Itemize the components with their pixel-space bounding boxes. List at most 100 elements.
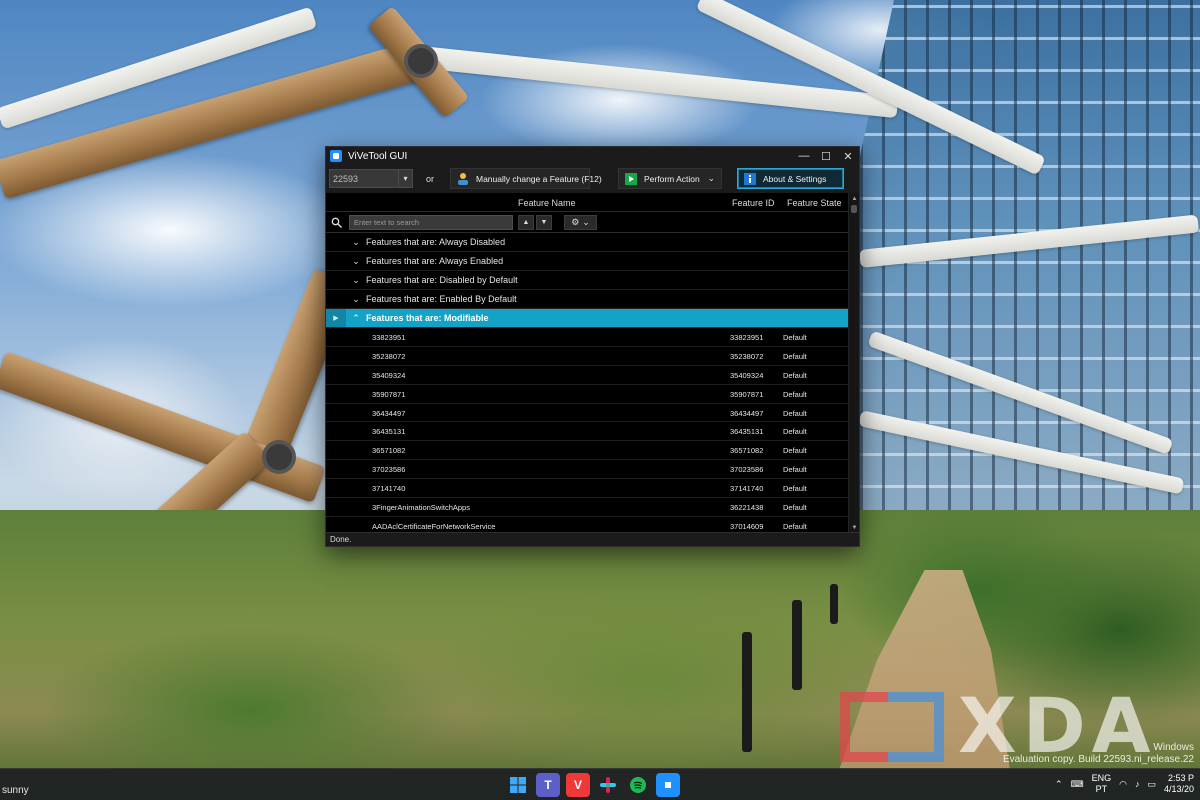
- feature-state-cell: Default: [783, 521, 807, 531]
- scrollbar-thumb[interactable]: [851, 205, 857, 213]
- feature-id-cell: 37014609: [730, 521, 764, 531]
- column-header-row: Feature Name Feature ID Feature State: [326, 193, 848, 212]
- toolbar: 22593 ▾ or Manually change a Feature (F1…: [326, 165, 859, 193]
- feature-state-cell: Default: [783, 389, 807, 399]
- battery-icon[interactable]: ▭: [1147, 779, 1156, 790]
- table-row[interactable]: 35907871 35907871 Default: [326, 385, 848, 404]
- table-row[interactable]: 37023586 37023586 Default: [326, 460, 848, 480]
- minimize-button[interactable]: —: [793, 147, 815, 165]
- chevron-up-icon[interactable]: ⌃: [1055, 779, 1063, 790]
- windows-start-icon[interactable]: [506, 773, 530, 797]
- feature-name-cell: 36434497: [372, 408, 406, 418]
- teams-icon[interactable]: T: [536, 773, 560, 797]
- feature-name-cell: AADAclCertificateForNetworkService: [372, 521, 496, 531]
- taskbar-pinned-apps: T V: [506, 773, 680, 797]
- feature-name-cell: 36571082: [372, 446, 406, 456]
- group-row-always-enabled[interactable]: ⌄ Features that are: Always Enabled: [326, 252, 848, 271]
- system-tray: ⌃ ⌨ ENG PT ◠ ♪ ▭ 2:53 P 4/13/20: [1055, 773, 1194, 795]
- feature-id-cell: 36434497: [730, 408, 764, 418]
- feature-state-cell: Default: [783, 408, 807, 418]
- wifi-icon[interactable]: ◠: [1119, 779, 1127, 790]
- chevron-down-icon: ⌄: [707, 173, 715, 183]
- group-row-modifiable[interactable]: ▶ ⌃ Features that are: Modifiable: [326, 309, 848, 328]
- bollard: [830, 584, 838, 624]
- column-header-feature-state[interactable]: Feature State: [787, 198, 842, 208]
- maximize-button[interactable]: ☐: [815, 147, 837, 165]
- perform-action-button[interactable]: Perform Action ⌄: [618, 168, 722, 189]
- feature-grid: Feature Name Feature ID Feature State En…: [326, 193, 848, 534]
- manual-change-feature-button[interactable]: Manually change a Feature (F12): [450, 168, 602, 189]
- scroll-up-arrow-icon[interactable]: ▲: [849, 194, 860, 204]
- chevron-down-icon[interactable]: ⌄: [346, 237, 366, 248]
- feature-rows: 33823951 33823951 Default 35238072 35238072 D…: [326, 328, 848, 534]
- vivetool-taskbar-icon[interactable]: [656, 773, 680, 797]
- feature-id-cell: 35238072: [730, 351, 764, 361]
- group-row-always-disabled[interactable]: ⌄ Features that are: Always Disabled: [326, 233, 848, 252]
- close-button[interactable]: ✕: [837, 147, 859, 165]
- table-row[interactable]: 36434497 36434497 Default: [326, 404, 848, 423]
- feature-id-cell: 35409324: [730, 370, 764, 380]
- language-line-1: ENG: [1091, 773, 1112, 783]
- table-row[interactable]: 33823951 33823951 Default: [326, 328, 848, 347]
- sort-up-button[interactable]: ▲: [518, 215, 534, 230]
- weather-label[interactable]: sunny: [2, 785, 29, 796]
- feature-id-cell: 36435131: [730, 427, 764, 437]
- bollard: [792, 600, 802, 690]
- clock[interactable]: 2:53 P 4/13/20: [1164, 773, 1194, 795]
- volume-icon[interactable]: ♪: [1135, 779, 1140, 789]
- filter-settings-button[interactable]: ⚙ ⌄: [564, 215, 597, 230]
- table-row[interactable]: 35409324 35409324 Default: [326, 366, 848, 385]
- feature-id-cell: 35907871: [730, 389, 764, 399]
- language-indicator[interactable]: ENG PT: [1092, 773, 1112, 795]
- build-value: 22593: [333, 173, 359, 184]
- xda-logo-bracket-right: [888, 692, 944, 762]
- title-bar[interactable]: ViVeTool GUI — ☐ ✕: [326, 147, 859, 165]
- feature-name-cell: 35907871: [372, 389, 406, 399]
- perform-action-label: Perform Action: [644, 173, 700, 184]
- chevron-up-icon[interactable]: ⌃: [346, 313, 366, 324]
- feature-name-cell: 37023586: [372, 465, 406, 475]
- feature-name-cell: 37141740: [372, 484, 406, 494]
- feature-name-cell: 33823951: [372, 333, 406, 342]
- chevron-down-icon[interactable]: ▾: [398, 170, 412, 187]
- spotify-icon[interactable]: [626, 773, 650, 797]
- feature-name-cell: 35409324: [372, 370, 406, 380]
- table-row[interactable]: 35238072 35238072 Default: [326, 347, 848, 366]
- chevron-down-icon[interactable]: ⌄: [346, 294, 366, 305]
- clock-time: 2:53 P: [1167, 773, 1194, 783]
- table-row[interactable]: 36435131 36435131 Default: [326, 422, 848, 442]
- sort-down-button[interactable]: ▼: [536, 215, 552, 230]
- search-input[interactable]: Enter text to search: [349, 215, 513, 230]
- vertical-scrollbar[interactable]: ▲ ▼: [848, 193, 859, 534]
- chevron-down-icon[interactable]: ⌄: [346, 275, 366, 286]
- filter-row: Enter text to search ▲ ▼ ⚙ ⌄: [326, 212, 848, 233]
- clock-date: 4/13/20: [1163, 784, 1194, 794]
- user-edit-icon: [456, 172, 470, 186]
- feature-name-cell: 35238072: [372, 351, 406, 361]
- search-icon: [331, 217, 342, 228]
- column-header-feature-name[interactable]: Feature Name: [518, 198, 576, 208]
- slack-icon[interactable]: [596, 773, 620, 797]
- chevron-down-icon: ⌄: [582, 217, 590, 227]
- feature-id-cell: 33823951: [730, 333, 764, 342]
- feature-state-cell: Default: [783, 484, 807, 494]
- feature-id-cell: 36571082: [730, 446, 764, 456]
- group-row-disabled-by-default[interactable]: ⌄ Features that are: Disabled by Default: [326, 271, 848, 290]
- vivaldi-icon[interactable]: V: [566, 773, 590, 797]
- build-dropdown[interactable]: 22593 ▾: [329, 169, 413, 188]
- table-row[interactable]: 37141740 37141740 Default: [326, 479, 848, 499]
- roof-node: [404, 44, 438, 78]
- or-label: or: [426, 174, 435, 184]
- feature-state-cell: Default: [783, 333, 807, 342]
- table-row[interactable]: 36571082 36571082 Default: [326, 441, 848, 461]
- info-icon: [743, 172, 757, 186]
- feature-state-cell: Default: [783, 370, 807, 380]
- keyboard-icon[interactable]: ⌨: [1071, 779, 1084, 790]
- feature-name-cell: 36435131: [372, 427, 406, 437]
- table-row[interactable]: 3FingerAnimationSwitchApps 36221438 Defaul…: [326, 498, 848, 517]
- about-settings-button[interactable]: About & Settings: [737, 168, 844, 189]
- group-row-enabled-by-default[interactable]: ⌄ Features that are: Enabled By Default: [326, 290, 848, 309]
- feature-state-cell: Default: [783, 503, 807, 513]
- chevron-down-icon[interactable]: ⌄: [346, 256, 366, 267]
- column-header-feature-id[interactable]: Feature ID: [732, 198, 775, 208]
